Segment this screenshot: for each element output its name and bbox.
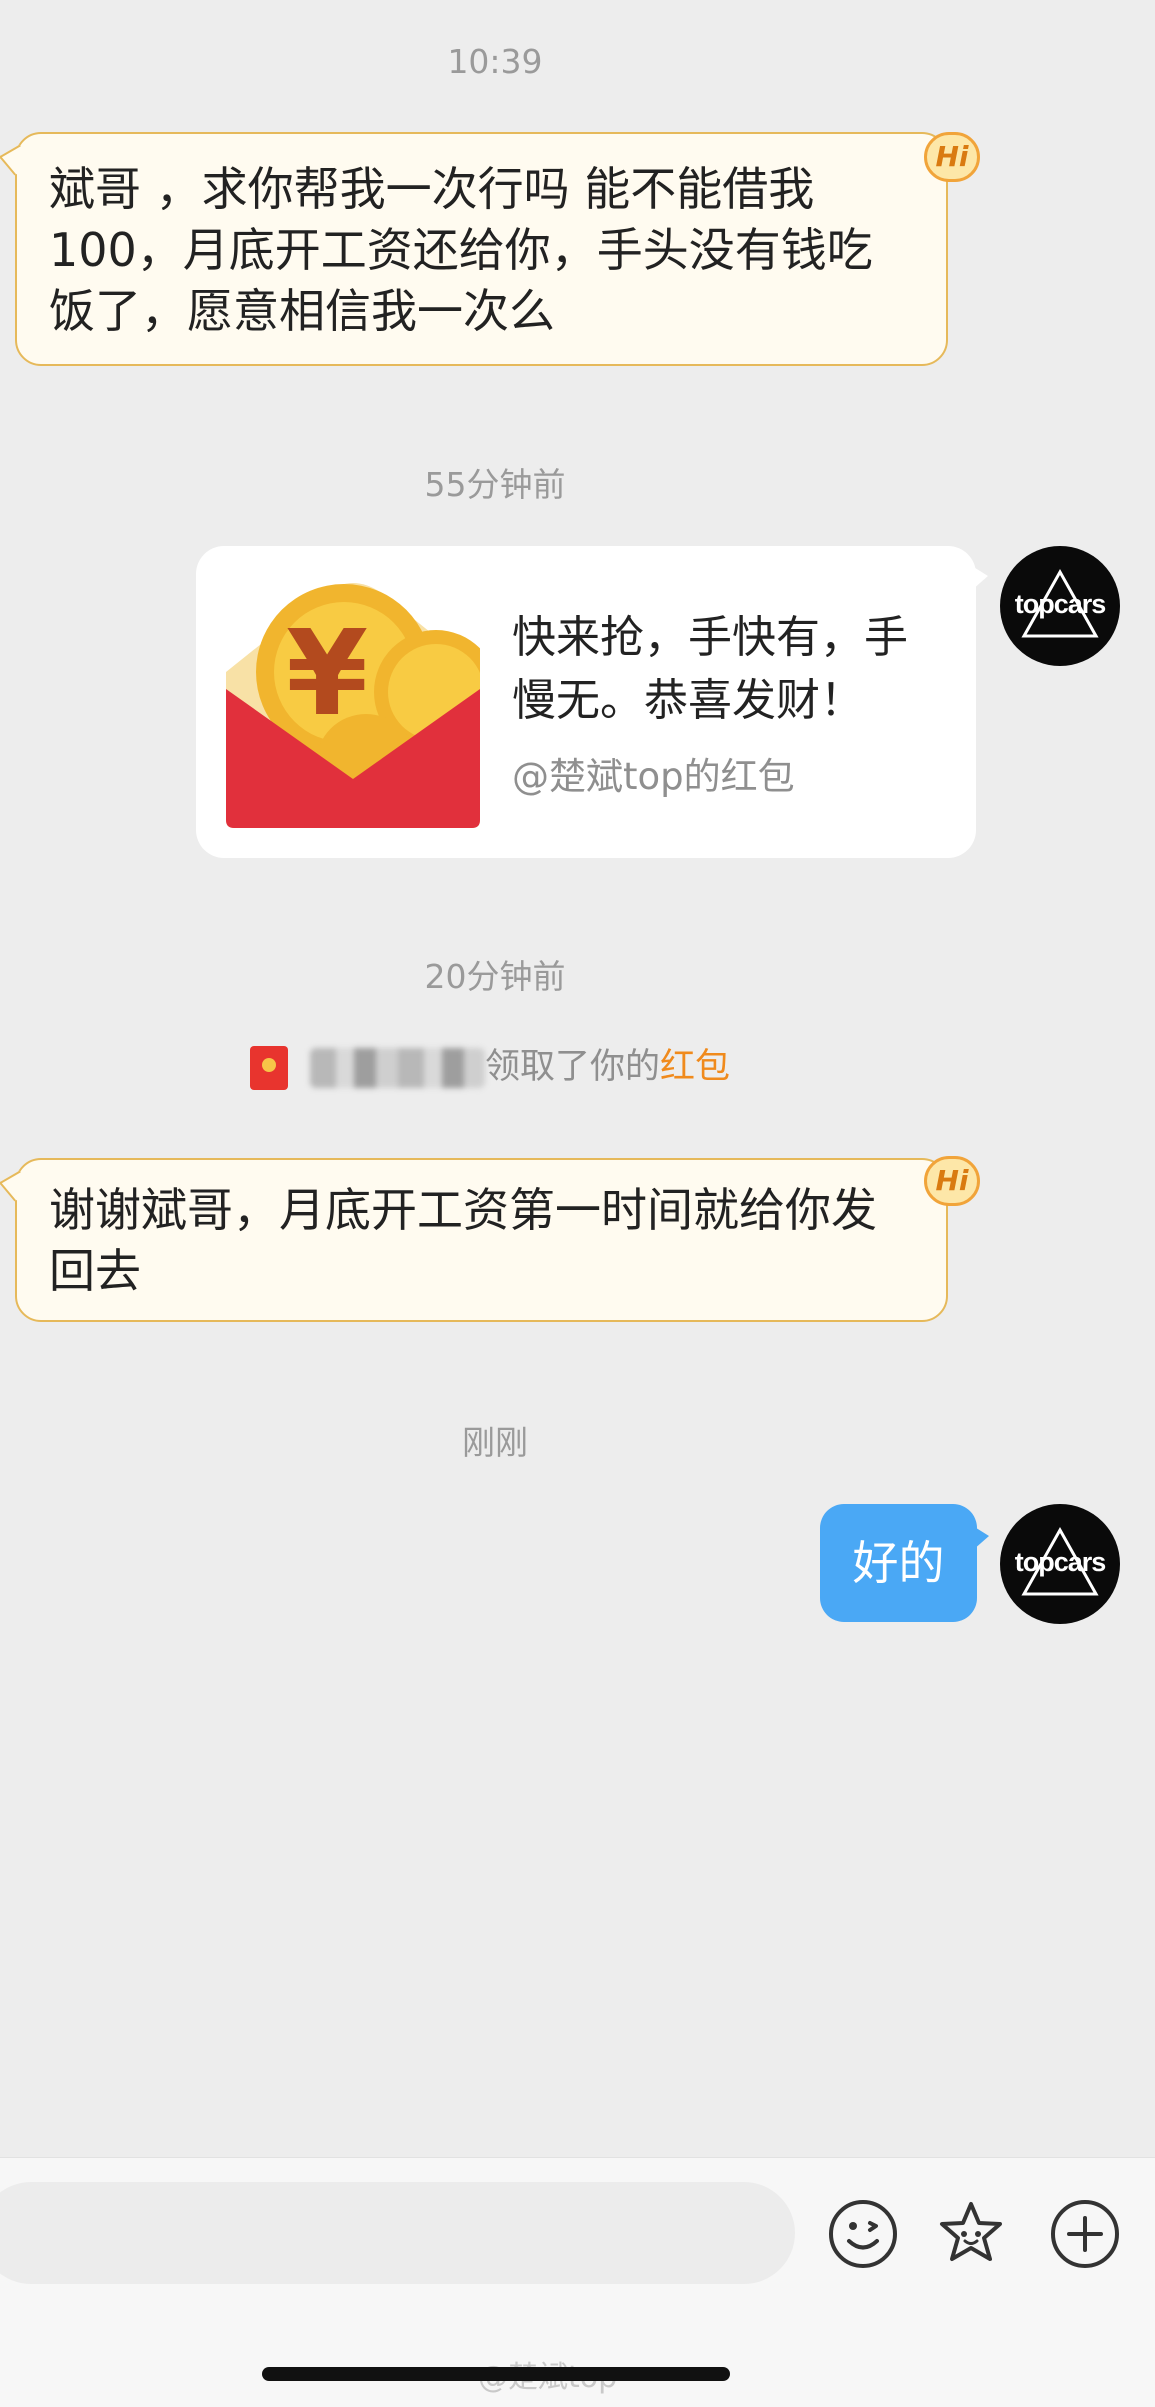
message-input[interactable]: [0, 2182, 795, 2284]
message-line: 饭了，愿意相信我一次么: [49, 284, 555, 338]
red-packet-card[interactable]: ¥ 快来抢，手快有，手 慢无。恭喜发财！ @楚斌top的红包: [196, 546, 988, 858]
blurred-username: [310, 1048, 485, 1088]
sticker-icon[interactable]: [933, 2196, 1009, 2272]
incoming-message-bubble[interactable]: 斌哥 ，求你帮我一次行吗 能不能借我 100，月底开工资还给你，手头没有钱吃 饭…: [15, 132, 948, 366]
outgoing-message-bubble[interactable]: 好的: [820, 1504, 989, 1622]
avatar[interactable]: topcars: [1000, 1504, 1120, 1624]
red-packet-title-line: 慢无。恭喜发财！: [512, 675, 864, 726]
message-line: 回去: [49, 1244, 141, 1298]
red-packet-claimed-notice: 领取了你的红包: [485, 1042, 730, 1092]
red-envelope-icon: ¥: [226, 583, 480, 828]
avatar-label: topcars: [1014, 589, 1107, 619]
red-packet-sender: @楚斌top的红包: [512, 755, 795, 798]
notice-text: 领取了你的: [485, 1047, 661, 1087]
plus-icon[interactable]: [1047, 2196, 1123, 2272]
emoji-icon[interactable]: [825, 2196, 901, 2272]
home-indicator[interactable]: [262, 2367, 730, 2381]
red-packet-title: 快来抢，手快有，手 慢无。恭喜发财！: [512, 606, 962, 732]
red-packet-notice-icon: [250, 1046, 288, 1090]
red-packet-link[interactable]: 红包: [660, 1047, 730, 1087]
timestamp: 10:39: [447, 42, 543, 81]
message-line: 100，月底开工资还给你，手头没有钱吃: [49, 223, 873, 277]
hi-badge-icon: Hi: [924, 132, 980, 182]
message-line: 斌哥 ，求你帮我一次行吗 能不能借我: [49, 162, 815, 216]
red-packet-title-line: 快来抢，手快有，手: [512, 612, 908, 663]
timestamp: 刚刚: [462, 1423, 528, 1462]
message-line: 谢谢斌哥，月底开工资第一时间就给你发: [49, 1183, 877, 1237]
incoming-message-bubble[interactable]: 谢谢斌哥，月底开工资第一时间就给你发 回去: [15, 1158, 948, 1322]
avatar-label: topcars: [1014, 1547, 1107, 1577]
hi-badge-icon: Hi: [924, 1156, 980, 1206]
timestamp: 55分钟前: [424, 465, 566, 504]
timestamp: 20分钟前: [424, 957, 566, 996]
avatar[interactable]: topcars: [1000, 546, 1120, 666]
svg-text:¥: ¥: [286, 604, 368, 742]
